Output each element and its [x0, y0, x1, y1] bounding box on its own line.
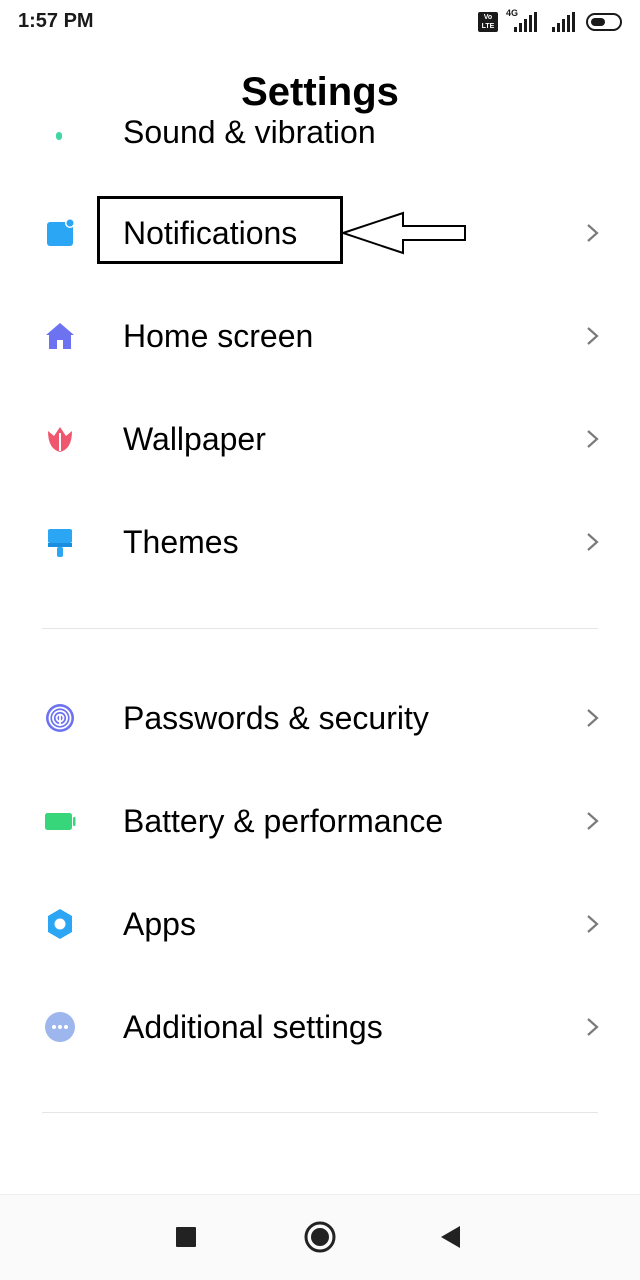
chevron-right-icon — [587, 812, 599, 830]
back-button[interactable] — [426, 1213, 474, 1261]
settings-item-label: Battery & performance — [123, 803, 444, 839]
wallpaper-icon — [48, 427, 72, 452]
chevron-right-icon — [587, 224, 599, 242]
settings-item-label: Sound & vibration — [123, 120, 376, 146]
settings-item-label: Apps — [123, 906, 196, 942]
themes-icon — [48, 529, 72, 557]
chevron-right-icon — [587, 1018, 599, 1036]
sound-icon — [56, 132, 62, 140]
navigation-bar — [0, 1194, 640, 1280]
settings-item-passwords-security[interactable]: Passwords & security — [0, 678, 640, 758]
recents-button[interactable] — [162, 1213, 210, 1261]
volte-line2: LTE — [481, 23, 495, 30]
settings-item-wallpaper[interactable]: Wallpaper — [0, 399, 640, 479]
section-divider — [42, 628, 598, 629]
signal-icon-sim1: 4G — [506, 8, 538, 33]
annotation-arrow-icon — [340, 211, 466, 255]
chevron-right-icon — [587, 533, 599, 551]
status-time: 1:57 PM — [18, 10, 94, 32]
page-title: Settings — [241, 70, 399, 114]
home-button[interactable] — [296, 1213, 344, 1261]
signal-icon-sim2 — [546, 11, 578, 33]
annotation-highlight-box — [97, 196, 343, 264]
battery-status-icon — [586, 13, 622, 31]
home-icon — [46, 323, 74, 349]
settings-item-apps[interactable]: Apps — [0, 884, 640, 964]
settings-item-themes[interactable]: Themes — [0, 502, 640, 582]
settings-item-home-screen[interactable]: Home screen — [0, 296, 640, 376]
chevron-right-icon — [587, 709, 599, 727]
settings-item-battery-performance[interactable]: Battery & performance — [0, 781, 640, 861]
section-divider — [42, 1112, 598, 1113]
settings-item-partial[interactable]: Sound & vibration — [0, 120, 640, 146]
settings-screen: 1:57 PM Vo LTE 4G Settings Sound & vibra… — [0, 0, 640, 1280]
settings-item-label: Additional settings — [123, 1009, 383, 1045]
more-icon — [45, 1012, 75, 1042]
settings-item-label: Home screen — [123, 318, 314, 354]
chevron-right-icon — [587, 915, 599, 933]
back-triangle-icon — [441, 1226, 460, 1248]
battery-icon — [45, 813, 76, 830]
gear-icon — [48, 909, 72, 939]
home-circle-icon — [304, 1221, 336, 1253]
volte-icon: Vo LTE — [478, 12, 498, 32]
status-icons: Vo LTE 4G — [478, 8, 622, 34]
status-bar: 1:57 PM Vo LTE 4G — [0, 0, 640, 44]
fingerprint-icon — [46, 704, 74, 732]
settings-item-label: Wallpaper — [123, 421, 266, 457]
volte-line1: Vo — [483, 14, 493, 21]
chevron-right-icon — [587, 430, 599, 448]
chevron-right-icon — [587, 327, 599, 345]
settings-item-label: Themes — [123, 524, 239, 560]
recents-square-icon — [176, 1227, 196, 1247]
settings-item-additional-settings[interactable]: Additional settings — [0, 987, 640, 1067]
notifications-icon — [47, 218, 75, 246]
settings-item-label: Passwords & security — [123, 700, 429, 736]
